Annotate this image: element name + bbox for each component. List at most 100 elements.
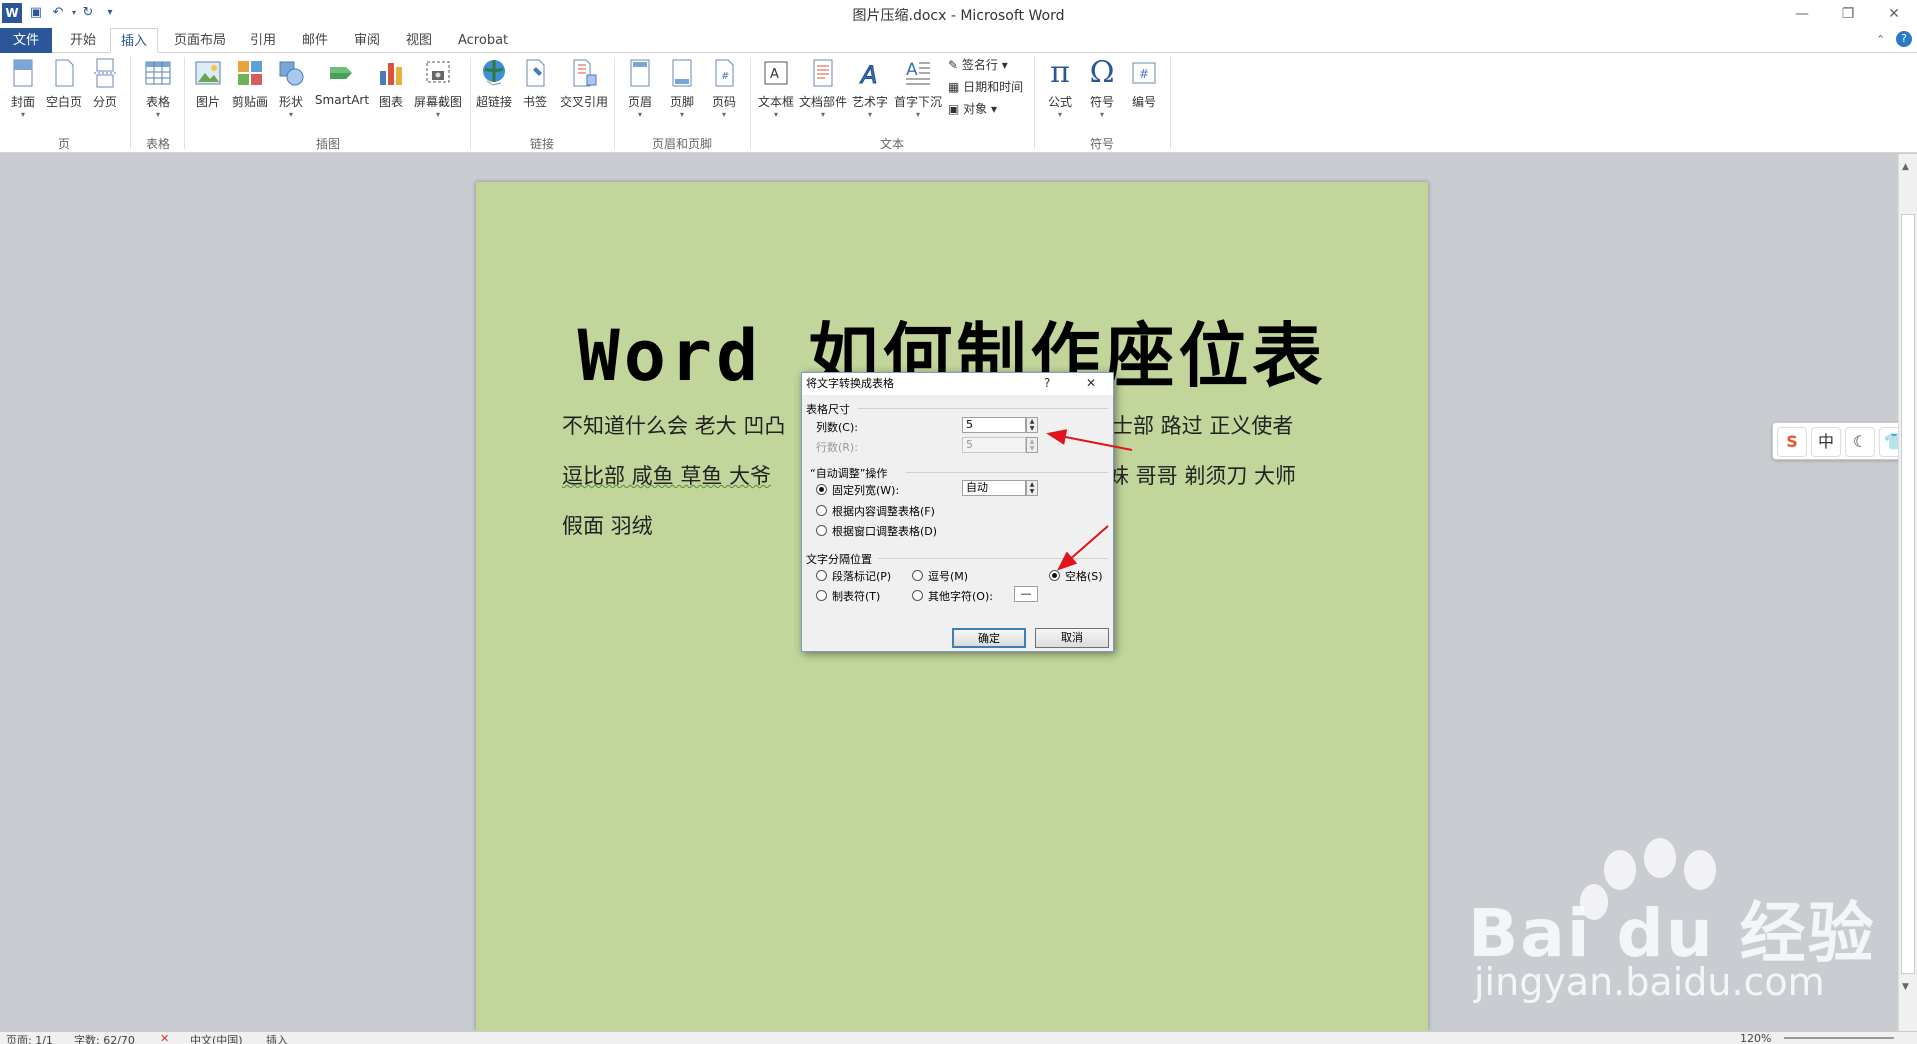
vertical-scrollbar[interactable]: ▲ ▼ <box>1898 154 1917 1031</box>
autofit-content-label: 根据内容调整表格(F) <box>832 505 935 518</box>
date-time-button[interactable]: ▦ 日期和时间 <box>948 77 1023 97</box>
screenshot-button[interactable]: 屏幕截图 ▾ <box>410 57 466 120</box>
quick-parts-button[interactable]: 文档部件 ▾ <box>798 57 848 120</box>
header-button[interactable]: 页眉 ▾ <box>622 57 658 120</box>
columns-input[interactable]: 5 <box>962 417 1026 433</box>
svg-text:#: # <box>1139 67 1149 81</box>
group-separator <box>1170 57 1171 149</box>
dialog-close-button[interactable]: ✕ <box>1086 376 1096 390</box>
close-button[interactable]: ✕ <box>1871 0 1917 28</box>
fixed-width-radio[interactable] <box>816 484 827 495</box>
tab-mailings[interactable]: 邮件 <box>292 28 338 53</box>
help-icon[interactable]: ? <box>1896 31 1912 47</box>
object-button[interactable]: ▣ 对象 ▾ <box>948 99 997 119</box>
wordart-button[interactable]: A 艺术字 ▾ <box>850 57 890 120</box>
scroll-down-icon[interactable]: ▼ <box>1902 982 1909 992</box>
cross-reference-icon <box>573 59 597 87</box>
ribbon-tabs: 文件 开始 插入 页面布局 引用 邮件 审阅 视图 Acrobat ⌃ ? <box>0 28 1917 53</box>
cross-reference-button[interactable]: 交叉引用 <box>556 57 612 110</box>
cover-page-button[interactable]: 封面 ▾ <box>6 57 40 120</box>
pi-icon: π <box>1050 55 1070 90</box>
tab-home[interactable]: 开始 <box>60 28 106 53</box>
page-number-button[interactable]: # 页码 ▾ <box>706 57 742 120</box>
separator-comma-label: 逗号(M) <box>928 570 969 583</box>
separator-other-input[interactable]: — <box>1014 586 1038 602</box>
status-bar: 页面: 1/1 字数: 62/70 ✕ 中文(中国) 插入 120% <box>0 1031 1917 1044</box>
separator-space-radio[interactable] <box>1049 570 1060 581</box>
ime-mode-button[interactable]: 中 <box>1811 427 1841 457</box>
rows-label: 行数(R): <box>816 441 858 454</box>
cancel-button[interactable]: 取消 <box>1035 628 1109 648</box>
scrollbar-thumb[interactable] <box>1901 214 1915 974</box>
word-count[interactable]: 字数: 62/70 <box>74 1032 135 1044</box>
fixed-width-input[interactable]: 自动 <box>962 480 1026 496</box>
signature-line-button[interactable]: ✎ 签名行 ▾ <box>948 55 1008 75</box>
minimize-button[interactable]: — <box>1779 0 1825 28</box>
tab-page-layout[interactable]: 页面布局 <box>164 28 236 53</box>
collapse-ribbon-icon[interactable]: ⌃ <box>1876 33 1885 46</box>
ime-toolbar: S 中 ☾ 👕 <box>1772 422 1917 460</box>
dialog-help-button[interactable]: ? <box>1044 376 1050 390</box>
footer-icon <box>672 59 692 87</box>
tab-acrobat[interactable]: Acrobat <box>448 28 518 53</box>
equation-button[interactable]: π 公式 ▾ <box>1042 57 1078 120</box>
group-label-pages: 页 <box>57 137 70 151</box>
picture-button[interactable]: 图片 <box>192 57 224 110</box>
moon-icon[interactable]: ☾ <box>1845 427 1875 457</box>
divider <box>858 408 1108 409</box>
hyperlink-icon <box>483 60 505 86</box>
ribbon-insert: 封面 ▾ 空白页 分页 页 表格 ▾ 表格 图片 剪贴画 形状 ▾ SmartArt … <box>0 53 1917 153</box>
separator-other-radio[interactable] <box>912 590 923 601</box>
shapes-button[interactable]: 形状 ▾ <box>274 57 308 120</box>
chart-button[interactable]: 图表 <box>374 57 408 110</box>
separator-comma-radio[interactable] <box>912 570 923 581</box>
columns-label: 列数(C): <box>816 421 858 434</box>
zoom-level[interactable]: 120% <box>1740 1032 1771 1044</box>
section-autofit: “自动调整”操作 <box>810 467 888 480</box>
group-separator <box>1034 57 1035 149</box>
textbox-button[interactable]: A 文本框 ▾ <box>756 57 796 120</box>
clipart-button[interactable]: 剪贴画 <box>230 57 270 110</box>
insert-mode[interactable]: 插入 <box>266 1032 288 1044</box>
autofit-content-radio[interactable] <box>816 505 827 516</box>
tab-references[interactable]: 引用 <box>240 28 286 53</box>
number-icon: # <box>1132 62 1156 84</box>
number-button[interactable]: # 编号 <box>1126 57 1162 110</box>
separator-tab-radio[interactable] <box>816 590 827 601</box>
group-label-header-footer: 页眉和页脚 <box>651 137 712 151</box>
svg-text:A: A <box>906 60 918 80</box>
table-button[interactable]: 表格 ▾ <box>138 57 178 120</box>
page-count[interactable]: 页面: 1/1 <box>6 1032 53 1044</box>
zoom-slider[interactable] <box>1784 1037 1894 1039</box>
group-separator <box>184 57 185 149</box>
separator-paragraph-radio[interactable] <box>816 570 827 581</box>
scroll-up-icon[interactable]: ▲ <box>1902 162 1909 172</box>
drop-cap-button[interactable]: A 首字下沉 ▾ <box>892 57 944 120</box>
omega-icon: Ω <box>1089 55 1115 90</box>
tab-file[interactable]: 文件 <box>0 28 52 53</box>
blank-page-button[interactable]: 空白页 <box>44 57 84 110</box>
tab-view[interactable]: 视图 <box>396 28 442 53</box>
proofing-icon[interactable]: ✕ <box>160 1032 169 1044</box>
symbol-button[interactable]: Ω 符号 ▾ <box>1084 57 1120 120</box>
page-break-button[interactable]: 分页 <box>88 57 122 110</box>
tab-insert[interactable]: 插入 <box>110 28 159 53</box>
document-line: 不知道什么会 老大 凹凸 <box>562 414 786 438</box>
footer-button[interactable]: 页脚 ▾ <box>664 57 700 120</box>
restore-button[interactable]: ❐ <box>1825 0 1871 28</box>
hyperlink-button[interactable]: 超链接 <box>474 57 514 110</box>
smartart-button[interactable]: SmartArt <box>312 57 372 107</box>
ok-button[interactable]: 确定 <box>952 628 1026 648</box>
bookmark-button[interactable]: 书签 <box>518 57 552 110</box>
columns-spinner[interactable]: ▲ ▼ <box>1026 417 1038 433</box>
shapes-icon <box>279 61 304 86</box>
chart-icon <box>380 63 402 85</box>
autofit-window-radio[interactable] <box>816 525 827 536</box>
language[interactable]: 中文(中国) <box>190 1032 243 1044</box>
tab-review[interactable]: 审阅 <box>344 28 390 53</box>
document-line: 士部 路过 正义使者 <box>1112 414 1294 438</box>
sogou-logo-icon[interactable]: S <box>1777 427 1807 457</box>
separator-space-label: 空格(S) <box>1065 570 1103 583</box>
fixed-width-spinner[interactable]: ▲ ▼ <box>1026 480 1038 496</box>
svg-text:#: # <box>721 71 729 82</box>
